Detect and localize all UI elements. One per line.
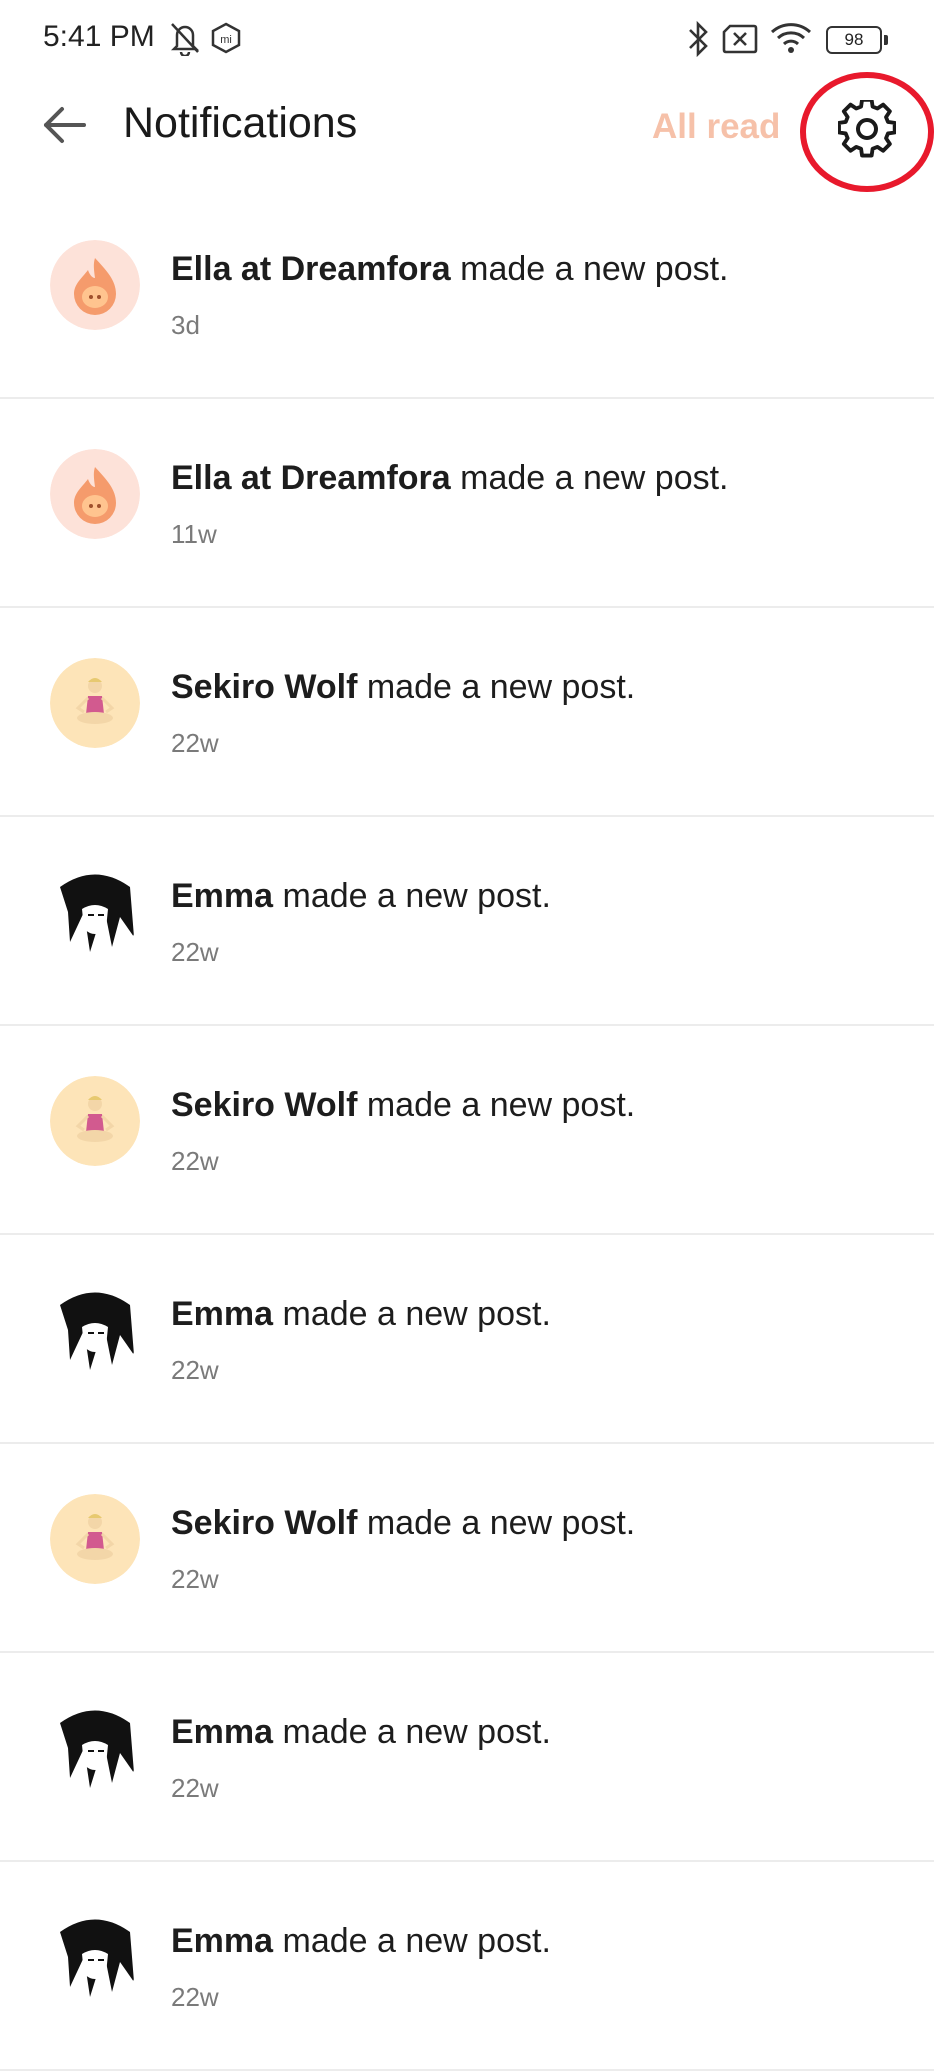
notification-action: made a new post. [357,668,636,706]
svg-text:mi: mi [220,34,232,46]
notification-item[interactable]: Emma made a new post. 22w [0,1653,934,1862]
notification-text: Ella at Dreamfora made a new post. [171,459,729,498]
notification-text: Emma made a new post. [171,1295,551,1334]
notification-item[interactable]: Ella at Dreamfora made a new post. 11w [0,399,934,608]
avatar[interactable] [50,240,140,330]
highlight-circle [800,72,934,192]
notification-item[interactable]: Emma made a new post. 22w [0,1862,934,2071]
notification-item[interactable]: Ella at Dreamfora made a new post. 3d [0,190,934,399]
all-read-button[interactable]: All read [652,107,780,147]
page-title: Notifications [123,99,358,147]
notification-action: made a new post. [273,1295,551,1333]
notification-text: Emma made a new post. [171,1922,551,1961]
notification-action: made a new post. [450,459,729,497]
notification-author: Sekiro Wolf [171,1504,358,1542]
notification-text: Sekiro Wolf made a new post. [171,1086,635,1125]
mi-icon: mi [211,22,241,54]
avatar[interactable] [50,1076,140,1166]
notification-time: 22w [171,937,219,967]
notification-text: Emma made a new post. [171,877,551,916]
notification-time: 22w [171,1773,219,1803]
notification-author: Emma [171,1713,274,1751]
notification-time: 22w [171,1146,219,1176]
notification-time: 11w [171,519,217,549]
notification-author: Sekiro Wolf [171,668,358,706]
notification-time: 3d [171,310,200,340]
notification-action: made a new post. [273,1713,551,1751]
notification-author: Emma [171,1922,274,1960]
notification-item[interactable]: Emma made a new post. 22w [0,1235,934,1444]
notification-text: Emma made a new post. [171,1713,551,1752]
avatar[interactable] [50,449,140,539]
notification-author: Ella at Dreamfora [171,459,451,497]
notification-time: 22w [171,1982,219,2012]
wifi-icon [770,23,812,53]
notification-text: Sekiro Wolf made a new post. [171,1504,635,1543]
notification-author: Emma [171,877,274,915]
notification-action: made a new post. [357,1504,636,1542]
status-time: 5:41 PM [43,20,155,53]
notification-time: 22w [171,1355,219,1385]
notification-action: made a new post. [273,1922,551,1960]
avatar[interactable] [50,1912,140,2002]
notification-text: Ella at Dreamfora made a new post. [171,250,729,289]
bell-off-icon [170,23,200,56]
avatar[interactable] [50,1285,140,1375]
notification-item[interactable]: Sekiro Wolf made a new post. 22w [0,608,934,817]
notification-text: Sekiro Wolf made a new post. [171,668,635,707]
notification-author: Emma [171,1295,274,1333]
notification-author: Sekiro Wolf [171,1086,358,1124]
status-bar: 5:41 PM mi 98 [0,0,934,80]
avatar[interactable] [50,1703,140,1793]
notification-time: 22w [171,728,219,758]
avatar[interactable] [50,867,140,957]
notification-item[interactable]: Emma made a new post. 22w [0,817,934,1026]
notification-action: made a new post. [357,1086,636,1124]
battery-icon: 98 [826,26,888,54]
back-arrow-icon[interactable] [40,100,90,150]
avatar[interactable] [50,1494,140,1584]
notification-action: made a new post. [450,250,729,288]
notification-action: made a new post. [273,877,551,915]
notification-list: Ella at Dreamfora made a new post. 3d Ella… [0,190,934,2071]
avatar[interactable] [50,658,140,748]
notification-time: 22w [171,1564,219,1594]
notification-item[interactable]: Sekiro Wolf made a new post. 22w [0,1026,934,1235]
sim-x-icon [722,24,758,54]
notification-author: Ella at Dreamfora [171,250,451,288]
bluetooth-icon [689,20,708,58]
notification-item[interactable]: Sekiro Wolf made a new post. 22w [0,1444,934,1653]
